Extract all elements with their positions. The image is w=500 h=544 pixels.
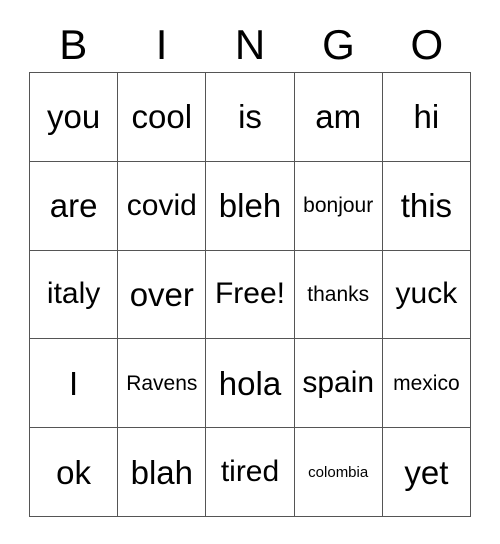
bingo-cell-label: spain xyxy=(302,366,375,400)
bingo-cell[interactable]: bonjour xyxy=(294,161,383,251)
bingo-header-letter-i: I xyxy=(155,21,168,68)
bingo-free-space-cell[interactable]: Free! xyxy=(206,250,295,340)
bingo-cell[interactable]: over xyxy=(118,250,207,340)
bingo-cell-label: you xyxy=(46,98,101,136)
bingo-cell[interactable]: covid xyxy=(118,161,207,251)
bingo-cell-label: mexico xyxy=(393,371,460,395)
bingo-cell-label: yet xyxy=(404,453,449,491)
bingo-cell[interactable]: tired xyxy=(206,428,295,517)
bingo-cell[interactable]: mexico xyxy=(382,339,471,429)
bingo-card: B I N G O you cool is am hi are covid bleh bonjo… xyxy=(0,0,500,544)
bingo-cell-label: bleh xyxy=(218,187,282,225)
bingo-header-letter-b: B xyxy=(59,21,88,68)
bingo-cell-label: am xyxy=(315,98,362,136)
bingo-cell-label: hi xyxy=(413,98,440,136)
bingo-header-letter-g: G xyxy=(322,21,355,68)
bingo-cell-label: italy xyxy=(46,277,101,311)
bingo-cell[interactable]: italy xyxy=(30,250,119,340)
bingo-header-row: B I N G O xyxy=(29,18,471,72)
bingo-cell-label: Free! xyxy=(214,277,285,311)
bingo-cell-label: are xyxy=(49,187,98,225)
bingo-cell[interactable]: this xyxy=(382,161,471,251)
bingo-cell[interactable]: hola xyxy=(206,339,295,429)
bingo-cell[interactable]: ok xyxy=(30,428,119,517)
bingo-cell[interactable]: Ravens xyxy=(118,339,207,429)
bingo-cell[interactable]: you xyxy=(30,73,119,162)
bingo-cell-label: this xyxy=(400,187,453,225)
bingo-cell[interactable]: blah xyxy=(118,428,207,517)
bingo-cell-label: blah xyxy=(130,453,193,491)
bingo-cell-label: ok xyxy=(56,453,92,491)
bingo-cell-label: I xyxy=(69,364,79,402)
bingo-grid: you cool is am hi are covid bleh bonjour this ital… xyxy=(29,72,471,517)
bingo-cell[interactable]: yuck xyxy=(382,250,471,340)
bingo-cell-label: thanks xyxy=(307,282,370,306)
bingo-cell[interactable]: spain xyxy=(294,339,383,429)
bingo-cell-label: is xyxy=(238,98,262,136)
bingo-cell-label: cool xyxy=(131,98,193,136)
bingo-header-letter-o: O xyxy=(410,21,444,68)
bingo-cell-label: hola xyxy=(218,364,282,402)
bingo-cell[interactable]: am xyxy=(294,73,383,162)
bingo-cell-label: over xyxy=(129,275,194,313)
bingo-cell[interactable]: bleh xyxy=(206,161,295,251)
bingo-cell[interactable]: is xyxy=(206,73,295,162)
bingo-cell[interactable]: colombia xyxy=(294,428,383,517)
bingo-cell[interactable]: are xyxy=(30,161,119,251)
bingo-cell-label: bonjour xyxy=(303,194,374,218)
bingo-cell[interactable]: cool xyxy=(118,73,207,162)
bingo-cell[interactable]: yet xyxy=(382,428,471,517)
bingo-cell-label: yuck xyxy=(395,277,458,311)
bingo-cell-label: colombia xyxy=(308,463,369,481)
bingo-cell-label: covid xyxy=(126,188,197,222)
bingo-cell-label: tired xyxy=(220,455,280,489)
bingo-cell[interactable]: I xyxy=(30,339,119,429)
bingo-cell[interactable]: thanks xyxy=(294,250,383,340)
bingo-cell[interactable]: hi xyxy=(382,73,471,162)
bingo-cell-label: Ravens xyxy=(126,371,198,395)
bingo-header-letter-n: N xyxy=(234,21,266,68)
